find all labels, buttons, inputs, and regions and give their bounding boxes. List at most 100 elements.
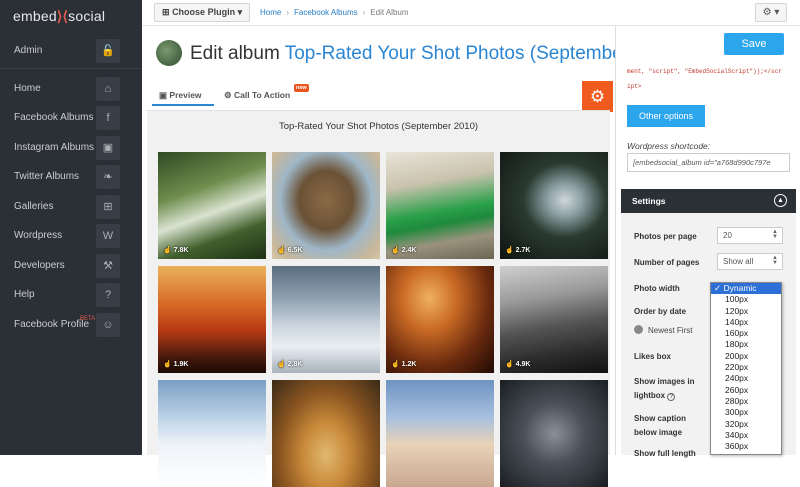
photo-width-option-label: 140px xyxy=(725,316,749,327)
show-full-length-label: Show full length xyxy=(634,449,696,458)
album-photo[interactable]: ☝ 2.7K xyxy=(500,152,608,259)
sidebar-item-facebook-profile[interactable]: Facebook Profile BETA ☺ xyxy=(0,310,142,340)
photo-width-option-label: 200px xyxy=(725,350,749,361)
customize-gear-button[interactable]: ⚙ xyxy=(582,81,613,112)
sidebar-item-label: Admin xyxy=(14,45,43,56)
radio-icon xyxy=(634,325,643,334)
embed-code-line[interactable]: ipt> xyxy=(627,83,641,90)
photo-width-option[interactable]: 340px xyxy=(711,430,781,441)
sidebar-item-home[interactable]: Home ⌂ xyxy=(0,74,142,104)
home-icon: ⌂ xyxy=(96,77,120,101)
gears-icon: ⚙ xyxy=(224,90,232,100)
updown-icon: ▲ ▼ xyxy=(772,229,778,240)
new-badge: new xyxy=(294,84,309,92)
sidebar-item-help[interactable]: Help? xyxy=(0,280,142,310)
likes-count: 2.8K xyxy=(287,361,303,368)
help-icon: ? xyxy=(96,283,120,307)
sidebar-item-instagram-albums[interactable]: Instagram Albums ▣ xyxy=(0,133,142,163)
number-of-pages-select[interactable]: Show all ▲ ▼ xyxy=(717,253,783,270)
album-photo[interactable]: ☝ 7.8K xyxy=(158,152,266,259)
beta-badge-wrap: BETA xyxy=(80,316,95,327)
collapse-up-icon[interactable]: ▲ xyxy=(774,194,787,207)
likes-count: 6.5K xyxy=(287,247,303,254)
main-content: Edit album Top-Rated Your Shot Photos (S… xyxy=(142,26,655,487)
embed-code-line[interactable]: ment, "script", "EmbedSocialScript"));</… xyxy=(627,68,782,75)
album-photo[interactable]: ☝ 2.4K xyxy=(386,152,494,259)
likes-count: 1.2K xyxy=(401,361,417,368)
photo-width-option[interactable]: 100px xyxy=(711,294,781,305)
sidebar-item-label: Twitter Albums xyxy=(14,171,80,182)
album-photo[interactable] xyxy=(386,380,494,487)
sidebar-item-galleries[interactable]: Galleries ⊞ xyxy=(0,192,142,222)
choose-plugin-dropdown[interactable]: ⊞ Choose Plugin ▾ xyxy=(154,3,250,22)
sidebar-item-facebook-albums[interactable]: Facebook Albums f xyxy=(0,103,142,133)
album-photo[interactable]: ☝ 1.2K xyxy=(386,266,494,373)
album-photo[interactable]: ☝ 6.5K xyxy=(272,152,380,259)
photo-width-option[interactable]: 240px xyxy=(711,373,781,384)
album-photo[interactable] xyxy=(500,380,608,487)
photo-width-option[interactable]: ✓ Dynamic xyxy=(711,283,781,295)
thumbs-up-icon: ☝ xyxy=(163,247,174,254)
tab-preview[interactable]: ▣ Preview xyxy=(152,84,214,106)
caption-label-line2: below image xyxy=(634,428,683,437)
album-photo[interactable]: ☝ 1.9K xyxy=(158,266,266,373)
album-photo[interactable] xyxy=(272,380,380,487)
photo-width-option[interactable]: 360px xyxy=(711,441,781,452)
tab-cta-label: Call To Action xyxy=(234,90,291,100)
newest-first-radio[interactable]: Newest First xyxy=(634,325,692,335)
photo-width-option[interactable]: 300px xyxy=(711,407,781,418)
photos-per-page-select[interactable]: 20 ▲ ▼ xyxy=(717,227,783,244)
photo-likes: ☝ 1.2K xyxy=(391,360,416,368)
sidebar-item-admin[interactable]: Admin 🔓 xyxy=(0,36,142,66)
album-photo[interactable] xyxy=(158,380,266,487)
sidebar-item-label: Instagram Albums xyxy=(14,142,95,153)
thumbs-up-icon: ☝ xyxy=(391,247,402,254)
photo-width-option[interactable]: 200px xyxy=(711,351,781,362)
logo-mark: ⟩⟨ xyxy=(56,8,69,24)
save-button[interactable]: Save xyxy=(724,33,784,55)
other-options-button[interactable]: Other options xyxy=(627,105,705,127)
sidebar-item-label: Facebook Profile xyxy=(14,319,90,330)
photo-width-option[interactable]: 160px xyxy=(711,328,781,339)
sidebar-item-developers[interactable]: Developers ⚒ xyxy=(0,251,142,281)
photo-width-option[interactable]: 280px xyxy=(711,396,781,407)
photo-width-option[interactable]: 120px xyxy=(711,306,781,317)
gear-icon: ⚙ xyxy=(589,87,606,106)
breadcrumb-home[interactable]: Home xyxy=(260,8,281,17)
logo[interactable]: embed⟩⟨social xyxy=(0,0,142,30)
photo-width-option[interactable]: 260px xyxy=(711,385,781,396)
settings-header-label: Settings xyxy=(632,196,666,206)
likes-count: 7.8K xyxy=(173,247,189,254)
image-icon: ▣ xyxy=(159,90,168,100)
photo-likes: ☝ 4.9K xyxy=(505,360,530,368)
breadcrumb-facebook-albums[interactable]: Facebook Albums xyxy=(294,8,358,17)
editor-tabs: ▣ Preview ⚙ Call To Action new xyxy=(152,84,572,106)
updown-icon: ▲ ▼ xyxy=(772,255,778,266)
album-photo[interactable]: ☝ 2.8K xyxy=(272,266,380,373)
photo-width-dropdown-list[interactable]: ✓ Dynamic 100px 120px 140px 160px 180px 200px 2… xyxy=(710,282,782,455)
photo-likes: ☝ 1.9K xyxy=(163,360,188,368)
album-photo[interactable]: ☝ 4.9K xyxy=(500,266,608,373)
facebook-icon: f xyxy=(96,106,120,130)
photos-per-page-value: 20 xyxy=(723,231,732,240)
page-title-prefix: Edit album xyxy=(190,43,280,64)
info-icon[interactable]: ? xyxy=(667,393,676,401)
photo-width-option[interactable]: 140px xyxy=(711,317,781,328)
wordpress-shortcode-field[interactable]: [embedsocial_album id="a768d990c797e xyxy=(627,153,790,172)
photo-width-option[interactable]: 320px xyxy=(711,419,781,430)
thumbs-up-icon: ☝ xyxy=(277,361,288,368)
logo-text-left: embed xyxy=(13,8,57,24)
photo-width-option[interactable]: 180px xyxy=(711,339,781,350)
sidebar-item-wordpress[interactable]: Wordpress W xyxy=(0,221,142,251)
settings-header[interactable]: Settings ▲ xyxy=(621,189,796,213)
settings-menu-button[interactable]: ⚙ ▾ xyxy=(755,3,787,22)
photo-width-option-label: 100px xyxy=(725,294,749,305)
sidebar-item-twitter-albums[interactable]: Twitter Albums ❧ xyxy=(0,162,142,192)
sidebar-item-label: Facebook Albums xyxy=(14,112,94,123)
likes-count: 2.4K xyxy=(401,247,417,254)
photo-width-option[interactable]: 220px xyxy=(711,362,781,373)
breadcrumb-separator: › xyxy=(286,8,290,17)
tab-preview-label: Preview xyxy=(169,90,202,100)
photo-width-option-label: 220px xyxy=(725,362,749,373)
tab-call-to-action[interactable]: ⚙ Call To Action new xyxy=(224,84,314,106)
